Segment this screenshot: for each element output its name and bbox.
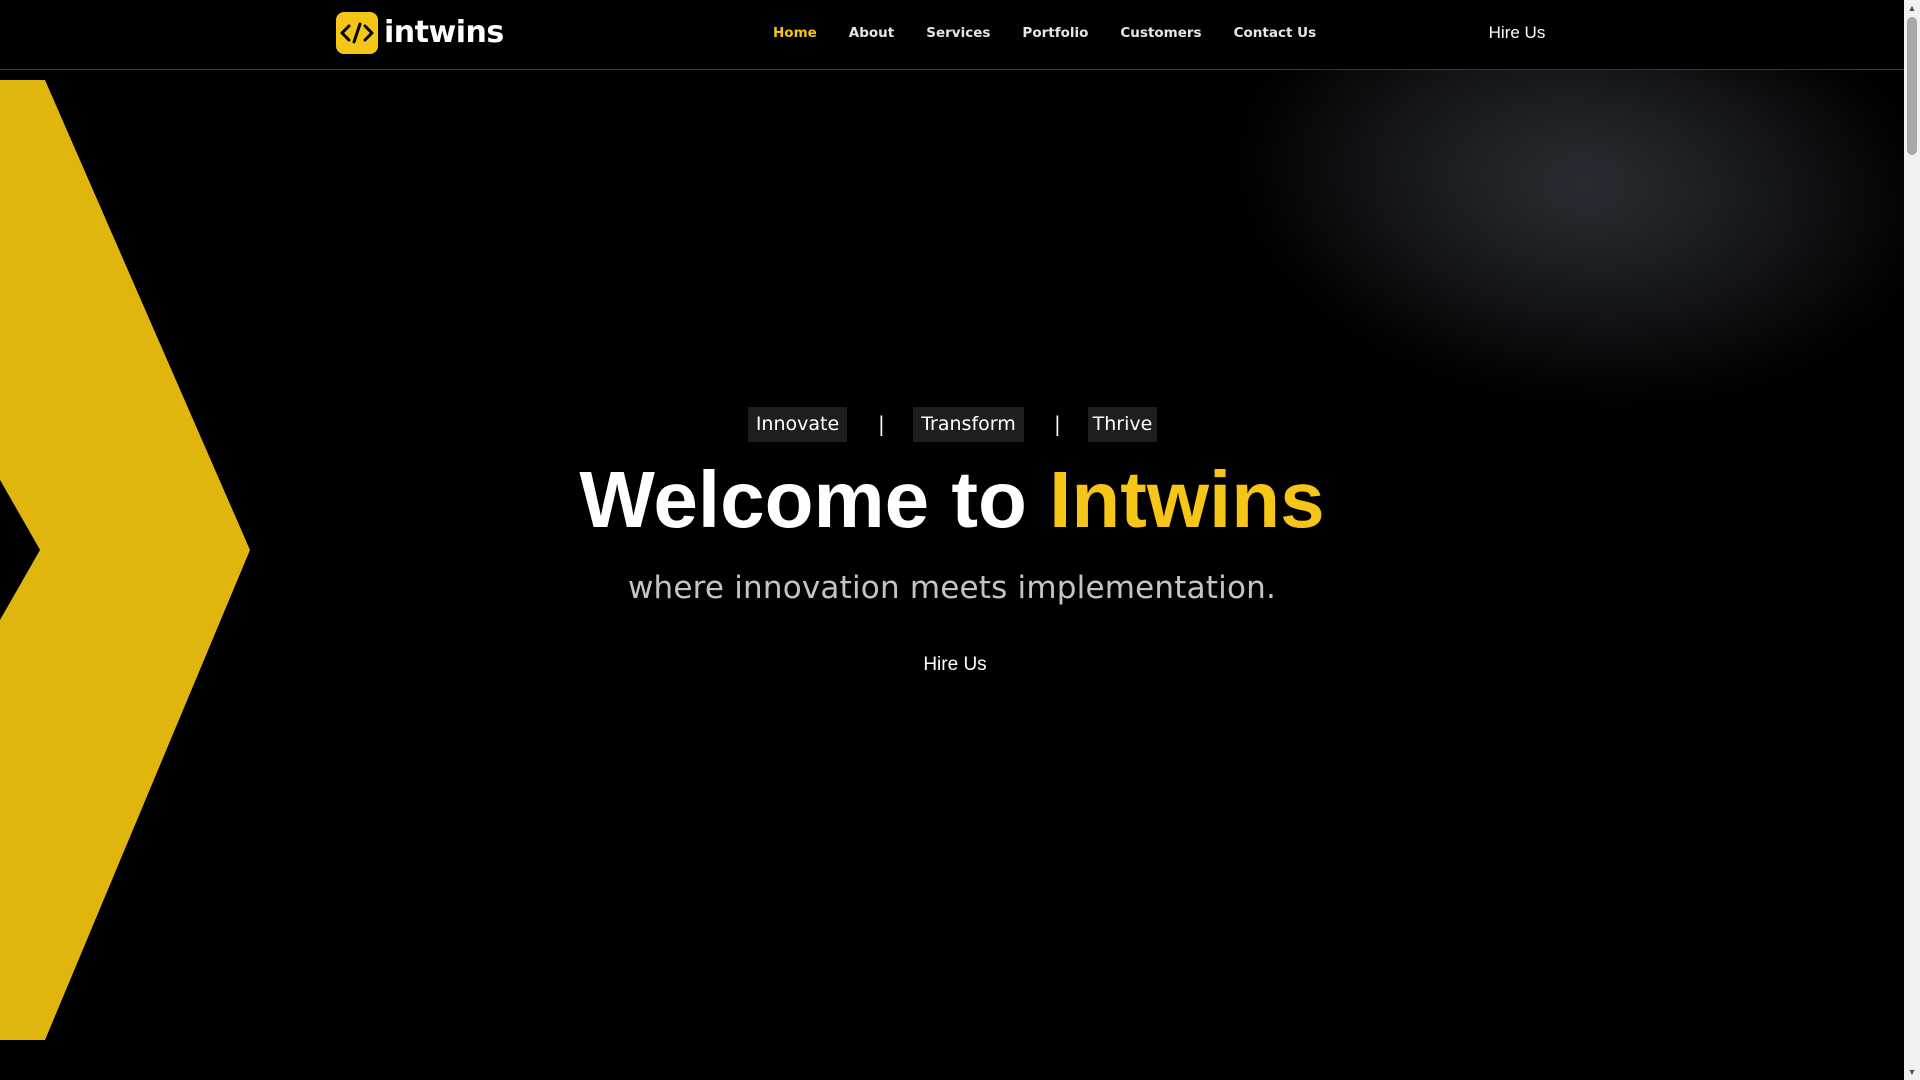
tagline-row: Innovate | Transform | Thrive [748,407,1168,442]
nav-item-contact-us[interactable]: Contact Us [1234,23,1317,43]
nav-item-home[interactable]: Home [773,23,817,43]
hero-hire-us-button[interactable]: Hire Us [898,638,1012,691]
code-brackets-icon [336,12,378,54]
tagline-transform: Transform [913,407,1024,442]
tagline-separator: | [878,412,885,436]
brand-logo[interactable]: intwins [336,11,504,55]
nav-item-customers[interactable]: Customers [1120,23,1201,43]
hero-hire-us-label: Hire Us [923,653,987,675]
arrow-down-icon[interactable]: ▼ [1904,1064,1920,1080]
tagline-innovate: Innovate [748,407,847,442]
page: intwins Home About Services Portfolio Cu… [0,0,1920,1080]
hero-title-highlight: Intwins [1049,455,1325,544]
scrollbar-thumb[interactable] [1907,17,1917,155]
nav-item-services[interactable]: Services [926,23,990,43]
hero-title-prefix: Welcome to [579,455,1050,544]
arrow-up-icon[interactable]: ▲ [1904,0,1920,16]
tagline-thrive: Thrive [1088,407,1157,442]
hero-subtitle: where innovation meets implementation. [627,570,1277,606]
nav-item-about[interactable]: About [849,23,894,43]
main-nav: Home About Services Portfolio Customers … [773,23,1348,43]
tagline-separator: | [1054,412,1061,436]
brand-name: intwins [384,15,504,50]
vertical-scrollbar[interactable]: ▲ ▼ [1904,0,1920,1080]
header-hire-us-label: Hire Us [1488,23,1546,42]
hero-title: Welcome to Intwins [0,455,1904,545]
header-hire-us-button[interactable]: Hire Us [1466,12,1568,54]
yellow-chevron-decoration [0,80,250,1040]
site-header: intwins Home About Services Portfolio Cu… [0,0,1904,70]
nav-item-portfolio[interactable]: Portfolio [1022,23,1088,43]
